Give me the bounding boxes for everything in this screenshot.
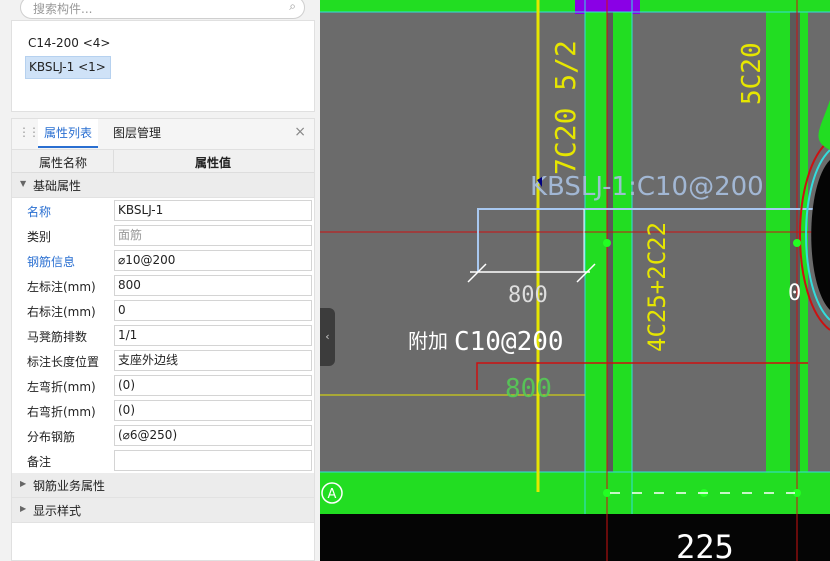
property-value-input[interactable]: 800 — [114, 275, 312, 296]
bottom-dark-area — [320, 514, 830, 561]
property-row-distribution-rebar: 分布钢筋 (⌀6@250) — [12, 423, 314, 448]
property-row-category: 类别 面筋 — [12, 223, 314, 248]
property-value-input[interactable]: 0 — [114, 300, 312, 321]
property-value-input[interactable]: KBSLJ-1 — [114, 200, 312, 221]
column-divider — [113, 150, 114, 172]
bottom-beam — [320, 472, 830, 514]
property-row-left-bend: 左弯折(mm) (0) — [12, 373, 314, 398]
beam-1-core — [607, 12, 613, 492]
column-header-name: 属性名称 — [39, 156, 88, 170]
group-label: 钢筋业务属性 — [33, 479, 106, 493]
dim-text-800: 800 — [508, 283, 548, 308]
group-basic-properties[interactable]: ▼ 基础属性 — [12, 173, 314, 198]
node-dot — [603, 239, 611, 247]
component-item-c14[interactable]: C14-200 <4> — [25, 33, 114, 54]
label-fujia: 附加 — [408, 329, 448, 353]
property-label: 左弯折(mm) — [27, 380, 96, 394]
property-value-input[interactable]: 1/1 — [114, 325, 312, 346]
left-panel: 搜索构件... ⌕ C14-200 <4> KBSLJ-1 <1> ⋮⋮ 属性列… — [0, 0, 320, 561]
tab-layer-management[interactable]: 图层管理 — [107, 119, 167, 148]
property-row-right-bend: 右弯折(mm) (0) — [12, 398, 314, 423]
property-row-rebar-info: 钢筋信息 ⌀10@200 — [12, 248, 314, 273]
axis-label-a: A — [328, 487, 337, 502]
collapsed-triangle-icon[interactable]: ▶ — [20, 504, 26, 513]
property-label: 右弯折(mm) — [27, 405, 96, 419]
property-label: 钢筋信息 — [27, 255, 76, 269]
property-label: 右标注(mm) — [27, 305, 96, 319]
group-rebar-business[interactable]: ▶ 钢筋业务属性 — [12, 473, 314, 498]
collapse-panel-button[interactable]: ‹ — [320, 308, 335, 366]
property-label: 类别 — [27, 230, 52, 244]
beam-2-core — [790, 12, 800, 492]
close-icon[interactable]: × — [294, 124, 306, 140]
dim-text-225: 225 — [676, 528, 734, 561]
property-label: 名称 — [27, 205, 52, 219]
drawing-canvas[interactable]: A 7C20 5/2 5C20 4C25+2C22 KBSLJ-1:C10@20… — [320, 0, 830, 561]
tab-property-list[interactable]: 属性列表 — [38, 119, 99, 148]
dim-text-0: 0 — [788, 281, 801, 306]
property-value-input[interactable] — [114, 450, 312, 471]
component-list: C14-200 <4> KBSLJ-1 <1> — [11, 20, 315, 112]
property-label: 左标注(mm) — [27, 280, 96, 294]
rebar-text-4c25: 4C25+2C22 — [643, 222, 671, 352]
property-label: 标注长度位置 — [27, 355, 100, 369]
property-tabs: ⋮⋮ 属性列表 图层管理 × — [12, 119, 314, 150]
node-dot — [793, 239, 801, 247]
property-label: 备注 — [27, 455, 52, 469]
collapsed-triangle-icon[interactable]: ▶ — [20, 479, 26, 488]
group-label: 显示样式 — [33, 504, 82, 518]
property-value-input[interactable]: (0) — [114, 375, 312, 396]
component-item-kbslj[interactable]: KBSLJ-1 <1> — [25, 56, 111, 79]
property-value-input[interactable]: ⌀10@200 — [114, 250, 312, 271]
expand-triangle-icon[interactable]: ▼ — [20, 179, 26, 188]
property-value-input[interactable]: (⌀6@250) — [114, 425, 312, 446]
cad-drawing[interactable]: A 7C20 5/2 5C20 4C25+2C22 KBSLJ-1:C10@20… — [320, 0, 830, 561]
property-value-input[interactable]: 面筋 — [114, 225, 312, 246]
property-table-header: 属性名称 属性值 — [12, 150, 314, 173]
rebar-text-5c20: 5C20 — [737, 42, 767, 105]
property-value-input[interactable]: (0) — [114, 400, 312, 421]
property-value-input[interactable]: 支座外边线 — [114, 350, 312, 371]
rebar-text-7c20: 7C20 5/2 — [549, 40, 582, 175]
property-row-left-dim: 左标注(mm) 800 — [12, 273, 314, 298]
property-panel: ⋮⋮ 属性列表 图层管理 × 属性名称 属性值 ▼ 基础属性 名称 KBSLJ-… — [11, 118, 315, 561]
property-label: 马凳筋排数 — [27, 330, 88, 344]
property-row-name: 名称 KBSLJ-1 — [12, 198, 314, 223]
property-row-right-dim: 右标注(mm) 0 — [12, 298, 314, 323]
component-search[interactable]: 搜索构件... ⌕ — [20, 0, 305, 19]
group-label: 基础属性 — [33, 179, 82, 193]
label-c10-200: C10@200 — [454, 327, 564, 357]
property-row-chair-rows: 马凳筋排数 1/1 — [12, 323, 314, 348]
group-display-style[interactable]: ▶ 显示样式 — [12, 498, 314, 523]
property-label: 分布钢筋 — [27, 430, 76, 444]
dim-text-800-yellow: 800 — [505, 374, 552, 404]
property-row-remarks: 备注 — [12, 448, 314, 473]
vertical-beam-2 — [766, 12, 808, 472]
property-row-dim-position: 标注长度位置 支座外边线 — [12, 348, 314, 373]
rebar-label-kbslj: KBSLJ-1:C10@200 — [530, 172, 764, 202]
node-dot — [603, 489, 611, 497]
search-input[interactable]: 搜索构件... — [33, 0, 92, 17]
column-header-value: 属性值 — [195, 156, 232, 170]
drag-handle-icon[interactable]: ⋮⋮ — [18, 125, 40, 139]
search-icon[interactable]: ⌕ — [289, 0, 296, 14]
